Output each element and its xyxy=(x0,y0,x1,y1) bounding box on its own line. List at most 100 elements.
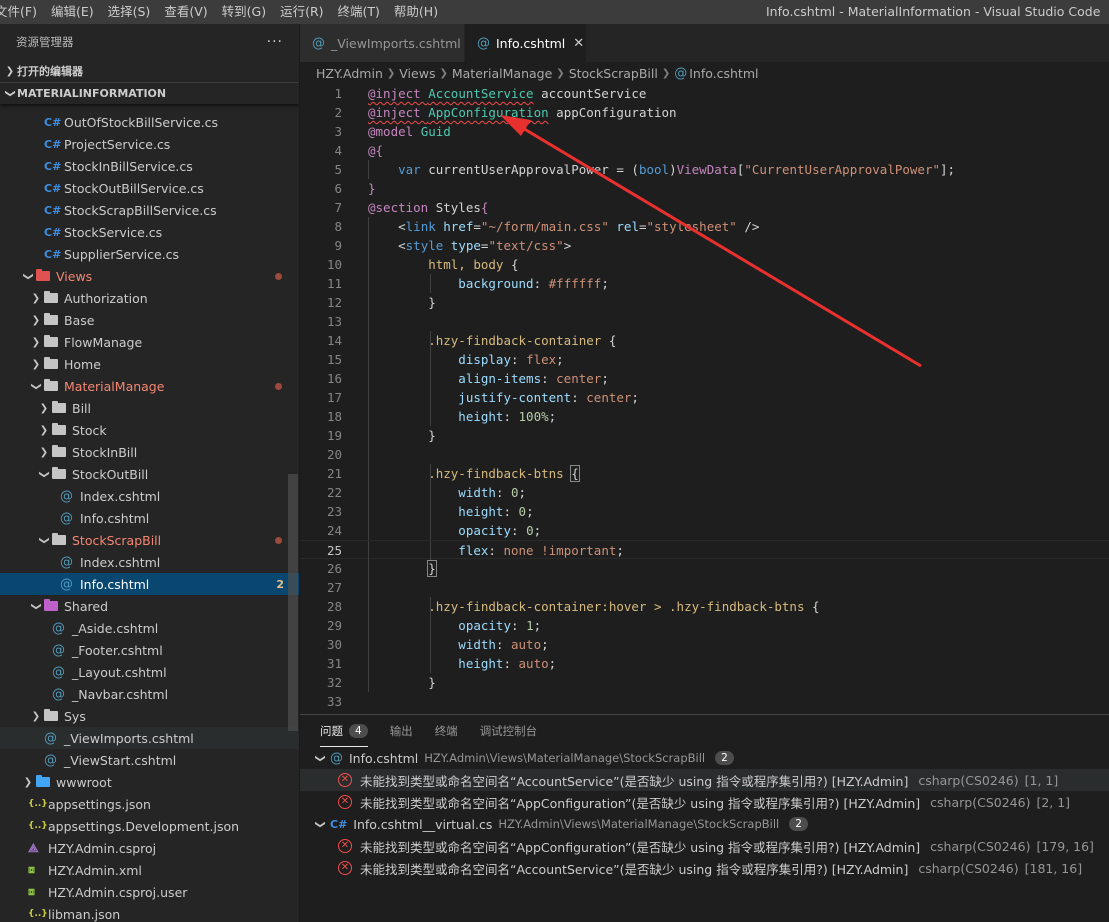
problem-item[interactable]: ✕ 未能找到类型或命名空间名“AccountService”(是否缺少 using… xyxy=(300,769,1109,791)
tree-item[interactable]: @ _Layout.cshtml xyxy=(0,661,299,683)
code-line[interactable]: 28 .hzy-findback-container:hover > .hzy-… xyxy=(300,597,1109,616)
code-line[interactable]: 10 html, body { xyxy=(300,255,1109,274)
menu-item[interactable]: 帮助(H) xyxy=(387,0,445,24)
chevron-right-icon[interactable]: ❯ xyxy=(28,337,44,348)
code-line[interactable]: 12 } xyxy=(300,293,1109,312)
panel-tab[interactable]: 终端 xyxy=(435,715,458,747)
tree-item[interactable]: ❯ Stock xyxy=(0,419,299,441)
code-line[interactable]: 21 .hzy-findback-btns { xyxy=(300,464,1109,483)
code-line[interactable]: 33 xyxy=(300,692,1109,711)
chevron-right-icon[interactable]: ❯ xyxy=(28,711,44,722)
chevron-down-icon[interactable]: ❯ xyxy=(23,268,34,284)
chevron-right-icon[interactable]: ❯ xyxy=(36,403,52,414)
tree-item[interactable]: C# OutOfStockBillService.cs xyxy=(0,111,299,133)
tree-item[interactable]: {..} libman.json xyxy=(0,903,299,922)
code-line[interactable]: 32 } xyxy=(300,673,1109,692)
tree-item[interactable]: ❯ StockInBill xyxy=(0,441,299,463)
breadcrumb-item[interactable]: Views xyxy=(399,66,435,81)
menu-item[interactable]: 选择(S) xyxy=(101,0,158,24)
code-line[interactable]: 17 justify-content: center; xyxy=(300,388,1109,407)
code-line[interactable]: 30 width: auto; xyxy=(300,635,1109,654)
code-line[interactable]: 4 @{ xyxy=(300,141,1109,160)
code-line[interactable]: 6} xyxy=(300,179,1109,198)
tree-item[interactable]: {..} appsettings.json xyxy=(0,793,299,815)
breadcrumb-item[interactable]: StockScrapBill xyxy=(569,66,658,81)
panel-tab[interactable]: 问题 4 xyxy=(320,715,368,747)
code-line[interactable]: 31 height: auto; xyxy=(300,654,1109,673)
code-line[interactable]: 3 @model Guid xyxy=(300,122,1109,141)
tree-item[interactable]: C# StockInBillService.cs xyxy=(0,155,299,177)
tree-item[interactable]: @ _ViewStart.cshtml xyxy=(0,749,299,771)
tree-item[interactable]: ❯ Base xyxy=(0,309,299,331)
tree-item[interactable]: @ _Navbar.cshtml xyxy=(0,683,299,705)
code-line[interactable]: 5 var currentUserApprovalPower = (bool)V… xyxy=(300,160,1109,179)
panel-tab[interactable]: 调试控制台 xyxy=(480,715,538,747)
chevron-down-icon[interactable]: ❯ xyxy=(315,818,326,830)
tree-item[interactable]: @ _Footer.cshtml xyxy=(0,639,299,661)
breadcrumb-item[interactable]: HZY.Admin xyxy=(316,66,383,81)
code-view[interactable]: 1 @inject AccountService accountService 2 @… xyxy=(300,84,1109,714)
code-line[interactable]: 23 height: 0; xyxy=(300,502,1109,521)
breadcrumb-item[interactable]: MaterialManage xyxy=(452,66,552,81)
tree-item[interactable]: C# ProjectService.cs xyxy=(0,133,299,155)
code-line[interactable]: 15 display: flex; xyxy=(300,350,1109,369)
code-line[interactable]: 9 <style type="text/css"> xyxy=(300,236,1109,255)
problem-file-group[interactable]: ❯ @ Info.cshtml HZY.Admin\Views\MaterialMan… xyxy=(300,747,1109,769)
code-line[interactable]: 24 opacity: 0; xyxy=(300,521,1109,540)
code-line[interactable]: 29 opacity: 1; xyxy=(300,616,1109,635)
code-line[interactable]: 11 background: #ffffff; xyxy=(300,274,1109,293)
chevron-right-icon[interactable]: ❯ xyxy=(20,777,36,788)
problem-file-group[interactable]: ❯ C# Info.cshtml__virtual.cs HZY.Admin\View… xyxy=(300,813,1109,835)
code-line[interactable]: 18 height: 100%; xyxy=(300,407,1109,426)
code-line[interactable]: 27 xyxy=(300,578,1109,597)
tree-item[interactable]: C# StockScrapBillService.cs xyxy=(0,199,299,221)
chevron-down-icon[interactable]: ❯ xyxy=(31,598,42,614)
panel-tab[interactable]: 输出 xyxy=(390,715,413,747)
tree-item[interactable]: @ _Aside.cshtml xyxy=(0,617,299,639)
editor-tab[interactable]: @ _ViewImports.cshtml xyxy=(300,24,465,62)
project-section[interactable]: ❯ MATERIALINFORMATION xyxy=(0,82,299,104)
tree-item[interactable]: {..} appsettings.Development.json xyxy=(0,815,299,837)
code-line[interactable]: 2 @inject AppConfiguration appConfigurati… xyxy=(300,103,1109,122)
problem-item[interactable]: ✕ 未能找到类型或命名空间名“AppConfiguration”(是否缺少 usi… xyxy=(300,791,1109,813)
code-line[interactable]: 26 } xyxy=(300,559,1109,578)
tree-item[interactable]: ❯ Views xyxy=(0,265,299,287)
chevron-right-icon[interactable]: ❯ xyxy=(36,425,52,436)
tree-item[interactable]: ❯ StockScrapBill xyxy=(0,529,299,551)
tree-item[interactable]: ❯ Shared xyxy=(0,595,299,617)
code-line[interactable]: 13 xyxy=(300,312,1109,331)
code-line[interactable]: 8 <link href="~/form/main.css" rel="styl… xyxy=(300,217,1109,236)
chevron-down-icon[interactable]: ❯ xyxy=(315,752,326,764)
menu-item[interactable]: 终端(T) xyxy=(331,0,387,24)
code-line[interactable]: 14 .hzy-findback-container { xyxy=(300,331,1109,350)
menu-item[interactable]: 文件(F) xyxy=(0,0,44,24)
tree-item[interactable]: ⟁ HZY.Admin.csproj xyxy=(0,837,299,859)
chevron-right-icon[interactable]: ❯ xyxy=(28,359,44,370)
menu-item[interactable]: 查看(V) xyxy=(157,0,214,24)
tree-item[interactable]: @ Index.cshtml xyxy=(0,551,299,573)
close-icon[interactable]: ✕ xyxy=(573,36,584,51)
tree-item[interactable]: ❯ Home xyxy=(0,353,299,375)
tree-item[interactable]: C# StockService.cs xyxy=(0,221,299,243)
editor-tab[interactable]: @ Info.cshtml ✕ xyxy=(465,24,587,62)
code-line[interactable]: 16 align-items: center; xyxy=(300,369,1109,388)
chevron-down-icon[interactable]: ❯ xyxy=(39,466,50,482)
code-line[interactable]: 25 flex: none !important; xyxy=(300,540,1109,560)
tree-item[interactable]: ⧈ HZY.Admin.xml xyxy=(0,859,299,881)
menu-item[interactable]: 运行(R) xyxy=(273,0,330,24)
tree-item[interactable]: C# SupplierService.cs xyxy=(0,243,299,265)
problem-item[interactable]: ✕ 未能找到类型或命名空间名“AccountService”(是否缺少 using… xyxy=(300,857,1109,879)
tree-item[interactable]: ❯ StockOutBill xyxy=(0,463,299,485)
tree-item[interactable]: ❯ Sys xyxy=(0,705,299,727)
breadcrumb-item[interactable]: Info.cshtml xyxy=(689,66,758,81)
tree-item[interactable]: @ Info.cshtml xyxy=(0,507,299,529)
more-actions-icon[interactable]: ··· xyxy=(267,34,283,50)
chevron-down-icon[interactable]: ❯ xyxy=(39,532,50,548)
tree-item[interactable]: ❯ MaterialManage xyxy=(0,375,299,397)
tree-item[interactable]: ⧈ HZY.Admin.csproj.user xyxy=(0,881,299,903)
menu-item[interactable]: 编辑(E) xyxy=(44,0,101,24)
chevron-down-icon[interactable]: ❯ xyxy=(31,378,42,394)
problem-item[interactable]: ✕ 未能找到类型或命名空间名“AppConfiguration”(是否缺少 usi… xyxy=(300,835,1109,857)
code-line[interactable]: 1 @inject AccountService accountService xyxy=(300,84,1109,103)
tree-item[interactable]: @ Index.cshtml xyxy=(0,485,299,507)
